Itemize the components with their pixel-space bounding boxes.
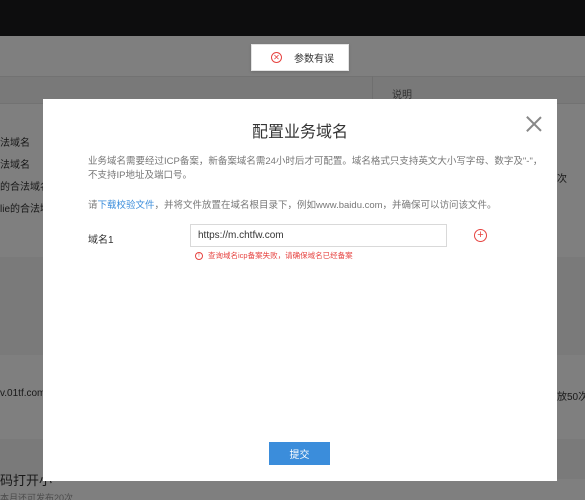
error-circle-icon: ✕: [271, 52, 282, 63]
add-domain-icon[interactable]: +: [474, 229, 487, 242]
dialog-description: 业务域名需要经过ICP备案，新备案域名需24小时后才可配置。域名格式只支持英文大…: [88, 156, 543, 181]
hint-prefix: 请: [88, 200, 98, 211]
error-text: 查询域名icp备案失败，请确保域名已经备案: [208, 251, 353, 260]
dialog-title: 配置业务域名: [251, 124, 348, 141]
download-hint: 请下载校验文件，并将文件放置在域名根目录下，例如www.baidu.com，并确…: [88, 197, 497, 211]
hint-suffix: ，并将文件放置在域名根目录下，例如www.baidu.com，并确保可以访问该文…: [154, 200, 497, 211]
domain-error-message: ! 查询域名icp备案失败，请确保域名已经备案: [195, 250, 353, 261]
close-icon[interactable]: [526, 116, 542, 132]
domain-input[interactable]: [190, 224, 447, 247]
toast-message: 参数有误: [294, 54, 334, 65]
configure-domain-dialog: 配置业务域名 业务域名需要经过ICP备案，新备案域名需24小时后才可配置。域名格…: [43, 99, 557, 481]
submit-button[interactable]: 提交: [269, 442, 330, 465]
download-verify-file-link[interactable]: 下载校验文件: [98, 200, 155, 211]
error-toast: ✕ 参数有误: [251, 44, 349, 71]
error-icon: !: [195, 251, 203, 260]
domain-field-label: 域名1: [88, 235, 114, 246]
